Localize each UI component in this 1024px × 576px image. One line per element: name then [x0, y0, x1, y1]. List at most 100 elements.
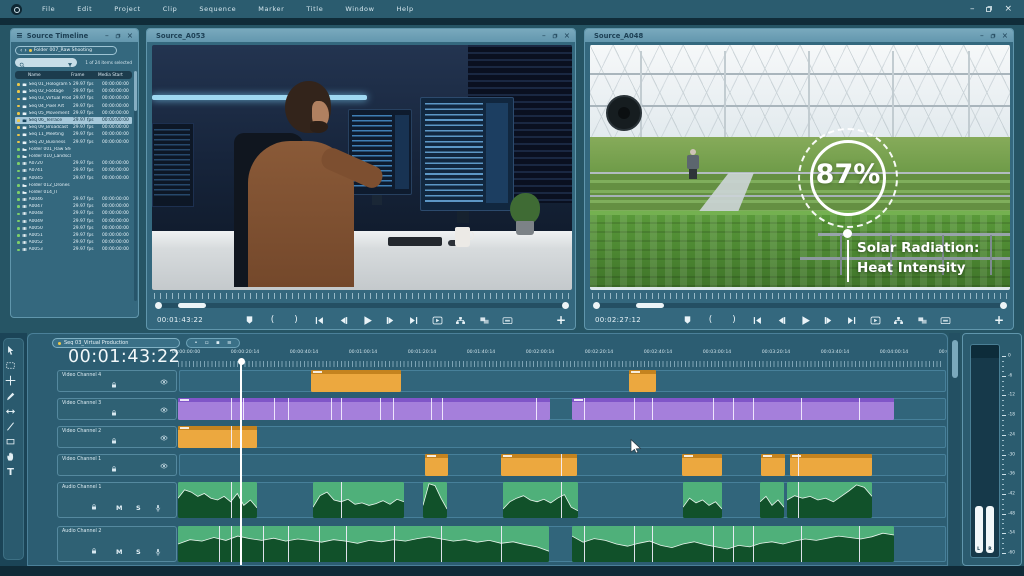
tool-hand[interactable]: [5, 451, 16, 462]
close-button[interactable]: ×: [127, 32, 133, 39]
column-frame[interactable]: Frame: [71, 73, 98, 78]
clip-edit-point[interactable]: [231, 426, 232, 448]
clip-edit-point[interactable]: [753, 526, 754, 562]
scrub-ruler[interactable]: [154, 293, 570, 299]
clip-edit-point[interactable]: [442, 398, 443, 420]
track-record-icon[interactable]: [154, 548, 162, 556]
bin-row[interactable]: Seq 20_Business29.97 fps00:00:00:00: [15, 139, 132, 146]
clip-edit-point[interactable]: [231, 398, 232, 420]
bin-row[interactable]: Folder 014_IT: [15, 189, 132, 196]
menu-clip[interactable]: Clip: [163, 5, 178, 13]
clip-edit-point[interactable]: [801, 398, 802, 420]
tool-add[interactable]: [5, 375, 16, 386]
scrollbar-track[interactable]: [158, 303, 566, 308]
minimize-button[interactable]: –: [970, 5, 975, 14]
overwrite-button[interactable]: [477, 313, 491, 327]
play-button[interactable]: [358, 312, 374, 328]
bin-row[interactable]: A005129.97 fps00:00:00:00: [15, 232, 132, 239]
monitor-titlebar[interactable]: Source_A053 –×: [147, 29, 575, 42]
bin-row[interactable]: Seq 05_Movement29.97 fps00:00:00:00: [15, 110, 132, 117]
bin-row[interactable]: Seq 11_Meeting29.97 fps00:00:00:00: [15, 131, 132, 138]
menu-marker[interactable]: Marker: [258, 5, 284, 13]
in-paren-button[interactable]: (: [704, 313, 718, 327]
bin-row[interactable]: A004929.97 fps00:00:00:00: [15, 218, 132, 225]
bin-row[interactable]: Folder 012_Drones: [15, 182, 132, 189]
out-paren-button[interactable]: ): [727, 313, 741, 327]
track-visibility-icon[interactable]: [160, 462, 168, 470]
bin-row[interactable]: A005029.97 fps00:00:00:00: [15, 225, 132, 232]
bin-row[interactable]: A004529.97 fps00:00:00:00: [15, 174, 132, 181]
menu-help[interactable]: Help: [397, 5, 414, 13]
monitor-scrollbar[interactable]: [152, 301, 572, 309]
bin-row[interactable]: Folder 001_Raw Shooting: [15, 146, 132, 153]
clip-edit-point[interactable]: [733, 526, 734, 562]
menu-sequence[interactable]: Sequence: [199, 5, 236, 13]
clip-edit-point[interactable]: [798, 454, 799, 476]
bin-row[interactable]: A004829.97 fps00:00:00:00: [15, 210, 132, 217]
mute-button[interactable]: M: [116, 548, 122, 556]
menu-file[interactable]: File: [42, 5, 55, 13]
video-clip[interactable]: [761, 454, 785, 476]
monitor-scrollbar[interactable]: [590, 301, 1010, 309]
track-lock-icon[interactable]: [90, 503, 98, 511]
overwrite-button[interactable]: [915, 313, 929, 327]
restore-button[interactable]: [115, 33, 121, 39]
bin-row[interactable]: Seq 01_Hologram Style29.97 fps00:00:00:0…: [15, 81, 132, 88]
timeline-ruler-ticks[interactable]: [178, 361, 944, 367]
timeline-vertical-scrollbar[interactable]: [949, 333, 960, 566]
track-header-a2[interactable]: Audio Channel 2MS: [57, 526, 177, 562]
track-lock-icon[interactable]: [110, 437, 118, 445]
go-in-button[interactable]: [313, 313, 327, 327]
solo-button[interactable]: S: [136, 504, 141, 512]
video-clip[interactable]: [425, 454, 448, 476]
clip-edit-point[interactable]: [501, 526, 502, 562]
box-icon[interactable]: ▫: [205, 340, 209, 346]
track-lock-icon[interactable]: [110, 409, 118, 417]
tool-selection[interactable]: [5, 345, 16, 356]
go-in-button[interactable]: [751, 313, 765, 327]
playhead-line[interactable]: [240, 364, 241, 565]
bin-row[interactable]: A072029.97 fps00:00:00:00: [15, 160, 132, 167]
video-clip[interactable]: [311, 370, 401, 392]
go-out-button[interactable]: [407, 313, 421, 327]
solo-button[interactable]: S: [136, 548, 141, 556]
video-preview-editing-room[interactable]: [152, 45, 572, 290]
bullet-icon[interactable]: •: [194, 340, 197, 346]
menu-window[interactable]: Window: [345, 5, 374, 13]
clip-edit-point[interactable]: [319, 526, 320, 562]
clip-edit-point[interactable]: [274, 398, 275, 420]
list-icon[interactable]: ≡: [227, 340, 232, 346]
clip-edit-point[interactable]: [380, 398, 381, 420]
track-header-v2[interactable]: Video Channel 2: [57, 426, 177, 448]
tool-type[interactable]: T: [5, 467, 16, 478]
track-lane-v4[interactable]: [179, 370, 946, 392]
restore-button[interactable]: [990, 33, 996, 39]
minimize-button[interactable]: –: [542, 32, 546, 39]
column-media-start[interactable]: Media Start: [98, 73, 129, 78]
export-button[interactable]: [501, 313, 515, 327]
clip-edit-point[interactable]: [536, 398, 537, 420]
minimize-button[interactable]: –: [980, 32, 984, 39]
track-visibility-icon[interactable]: [160, 406, 168, 414]
video-clip[interactable]: [790, 454, 872, 476]
add-button[interactable]: +: [556, 313, 566, 327]
video-clip[interactable]: [682, 454, 722, 476]
bin-column-header[interactable]: NameFrameMedia Start: [15, 71, 132, 79]
tool-slip[interactable]: [5, 406, 16, 417]
clip-edit-point[interactable]: [634, 398, 635, 420]
close-button[interactable]: ×: [1004, 5, 1012, 14]
track-header-v3[interactable]: Video Channel 3: [57, 398, 177, 420]
play-range-button[interactable]: [868, 313, 882, 327]
bin-row[interactable]: Seq 02_Footage29.97 fps00:00:00:00: [15, 88, 132, 95]
clip-edit-point[interactable]: [243, 398, 244, 420]
clip-edit-point[interactable]: [584, 398, 585, 420]
clip-edit-point[interactable]: [219, 526, 220, 562]
menu-edit[interactable]: Edit: [77, 5, 92, 13]
bin-titlebar[interactable]: ≡ Source Timeline –×: [11, 29, 138, 42]
bin-row[interactable]: A004729.97 fps00:00:00:00: [15, 203, 132, 210]
timeline-scrollbar-handle[interactable]: [952, 340, 958, 378]
tool-razor[interactable]: [5, 421, 16, 432]
audio-clip[interactable]: [572, 526, 894, 562]
marker-button[interactable]: [680, 313, 694, 327]
scrub-ruler[interactable]: [592, 293, 1008, 299]
